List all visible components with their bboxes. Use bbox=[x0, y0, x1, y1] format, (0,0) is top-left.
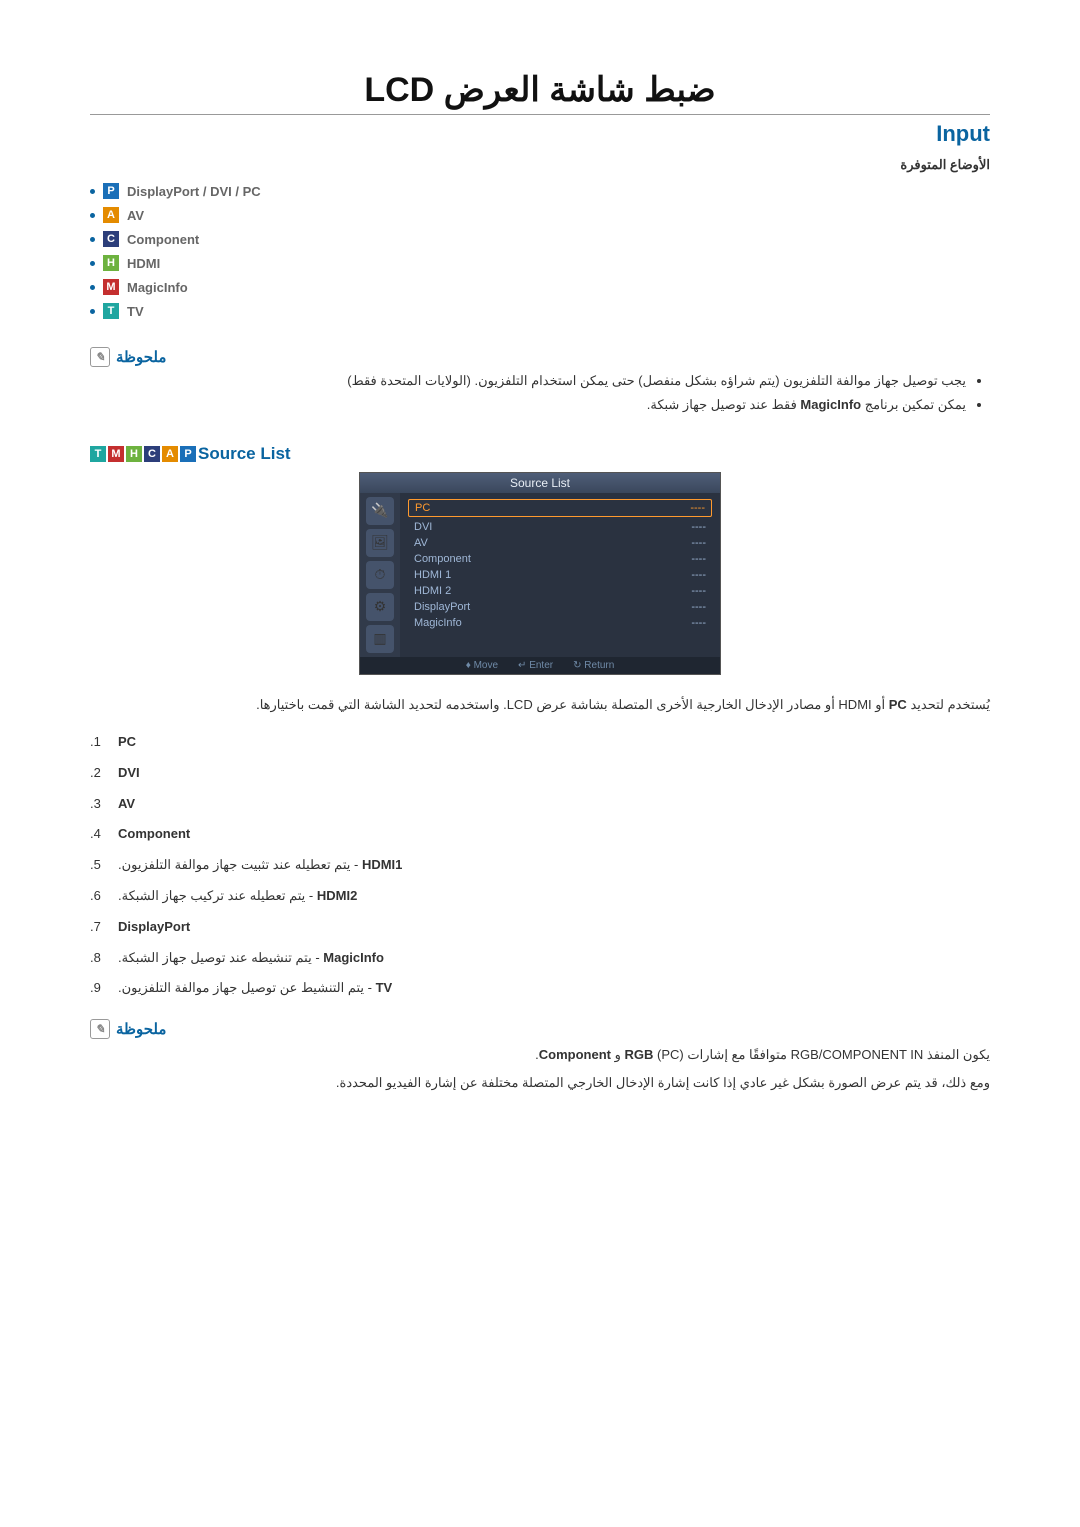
badge-m-icon: M bbox=[108, 446, 124, 462]
badge-p-icon: P bbox=[180, 446, 196, 462]
list-item: 8.MagicInfo - يتم تنشيطه عند توصيل جهاز … bbox=[90, 948, 990, 969]
bullet-icon bbox=[90, 261, 95, 266]
badge-h-icon: H bbox=[103, 255, 119, 271]
foot-move: Move bbox=[474, 660, 498, 671]
note-icon: ✎ bbox=[90, 347, 110, 367]
text: فقط عند توصيل جهاز شبكة. bbox=[647, 397, 801, 412]
osd-main: PC---- DVI---- AV---- Component---- HDMI… bbox=[400, 493, 720, 657]
list-item: 7.DisplayPort bbox=[90, 917, 990, 938]
foot-enter: Enter bbox=[529, 660, 553, 671]
osd-sidebar: 🔌 🖼 ⏱ ⚙ ▥ bbox=[360, 493, 400, 657]
osd-item: HDMI 1---- bbox=[408, 567, 712, 583]
list-item: 6.HDMI2 - يتم تعطيله عند تركيب جهاز الشب… bbox=[90, 886, 990, 907]
note-box-2: ✎ ملحوظة يكون المنفذ RGB/COMPONENT IN مت… bbox=[90, 1019, 990, 1094]
clock-icon: ⏱ bbox=[366, 561, 394, 589]
list-item: M MagicInfo bbox=[90, 279, 990, 295]
list-item: 9.TV - يتم التنشيط عن توصيل جهاز موالفة … bbox=[90, 978, 990, 999]
list-item: 1.PC bbox=[90, 732, 990, 753]
text-bold: Component bbox=[539, 1047, 611, 1062]
badge-t-icon: T bbox=[103, 303, 119, 319]
text-bold: PC bbox=[889, 697, 907, 712]
multi-icon: ▥ bbox=[366, 625, 394, 653]
list-item: H HDMI bbox=[90, 255, 990, 271]
mode-label: HDMI bbox=[127, 256, 160, 271]
input-icon: 🔌 bbox=[366, 497, 394, 525]
list-item: P DisplayPort / DVI / PC bbox=[90, 183, 990, 199]
list-item: 2.DVI bbox=[90, 763, 990, 784]
source-list-title: Source List bbox=[198, 444, 291, 464]
bullet-icon bbox=[90, 213, 95, 218]
mode-label: DisplayPort / DVI / PC bbox=[127, 184, 261, 199]
badge-c-icon: C bbox=[144, 446, 160, 462]
list-item: A AV bbox=[90, 207, 990, 223]
list-item: C Component bbox=[90, 231, 990, 247]
osd-item: DisplayPort---- bbox=[408, 599, 712, 615]
intro-paragraph: يُستخدم لتحديد PC أو HDMI أو مصادر الإدخ… bbox=[90, 693, 990, 716]
badge-a-icon: A bbox=[162, 446, 178, 462]
page-title: ضبط شاشة العرض LCD bbox=[90, 70, 990, 110]
badge-c-icon: C bbox=[103, 231, 119, 247]
bullet-icon bbox=[90, 189, 95, 194]
osd-screenshot: Source List 🔌 🖼 ⏱ ⚙ ▥ PC---- DVI---- AV-… bbox=[359, 472, 721, 675]
list-item: 4.Component bbox=[90, 824, 990, 845]
note-box-1: ✎ ملحوظة يجب توصيل جهاز موالفة التلفزيون… bbox=[90, 347, 990, 416]
osd-header: Source List bbox=[360, 473, 720, 493]
source-list-heading-row: T M H C A P Source List bbox=[90, 444, 990, 464]
osd-footer: ♦ Move ↵ Enter ↻ Return bbox=[360, 657, 720, 674]
note2-line2: ومع ذلك، قد يتم عرض الصورة بشكل غير عادي… bbox=[90, 1071, 990, 1094]
osd-item: AV---- bbox=[408, 535, 712, 551]
note-icon: ✎ bbox=[90, 1019, 110, 1039]
note-label: ملحوظة bbox=[116, 348, 166, 366]
section-input: Input bbox=[90, 121, 990, 147]
badge-a-icon: A bbox=[103, 207, 119, 223]
note-item: يجب توصيل جهاز موالفة التلفزيون (يتم شرا… bbox=[90, 371, 966, 392]
bullet-icon bbox=[90, 309, 95, 314]
list-item: 3.AV bbox=[90, 794, 990, 815]
available-modes-label: الأوضاع المتوفرة bbox=[90, 157, 990, 173]
text: أو HDMI أو مصادر الإدخال الخارجية الأخرى… bbox=[256, 697, 889, 712]
bullet-icon bbox=[90, 285, 95, 290]
mode-list: P DisplayPort / DVI / PC A AV C Componen… bbox=[90, 183, 990, 319]
osd-item: DVI---- bbox=[408, 519, 712, 535]
list-item: T TV bbox=[90, 303, 990, 319]
badge-p-icon: P bbox=[103, 183, 119, 199]
list-item: 5.HDMI1 - يتم تعطيله عند تثبيت جهاز موال… bbox=[90, 855, 990, 876]
foot-return: Return bbox=[584, 660, 614, 671]
badge-h-icon: H bbox=[126, 446, 142, 462]
mode-label: MagicInfo bbox=[127, 280, 188, 295]
text-bold: RGB bbox=[625, 1047, 654, 1062]
osd-item: MagicInfo---- bbox=[408, 615, 712, 631]
text: يكون المنفذ RGB/COMPONENT IN متوافقًا مع… bbox=[684, 1047, 990, 1062]
osd-item-active: PC---- bbox=[409, 500, 711, 516]
mode-label: Component bbox=[127, 232, 199, 247]
text: يمكن تمكين برنامج bbox=[861, 397, 966, 412]
picture-icon: 🖼 bbox=[366, 529, 394, 557]
divider bbox=[90, 114, 990, 115]
source-ordered-list: 1.PC 2.DVI 3.AV 4.Component 5.HDMI1 - يت… bbox=[90, 732, 990, 999]
note-label: ملحوظة bbox=[116, 1020, 166, 1038]
text-bold: MagicInfo bbox=[800, 397, 861, 412]
osd-item: HDMI 2---- bbox=[408, 583, 712, 599]
note-heading: ✎ ملحوظة bbox=[90, 347, 990, 367]
note-heading: ✎ ملحوظة bbox=[90, 1019, 990, 1039]
bullet-icon bbox=[90, 237, 95, 242]
mode-label: AV bbox=[127, 208, 144, 223]
badge-m-icon: M bbox=[103, 279, 119, 295]
osd-item: Component---- bbox=[408, 551, 712, 567]
text: يُستخدم لتحديد bbox=[907, 697, 990, 712]
gear-icon: ⚙ bbox=[366, 593, 394, 621]
note-item: يمكن تمكين برنامج MagicInfo فقط عند توصي… bbox=[90, 395, 966, 416]
mode-label: TV bbox=[127, 304, 144, 319]
badge-t-icon: T bbox=[90, 446, 106, 462]
